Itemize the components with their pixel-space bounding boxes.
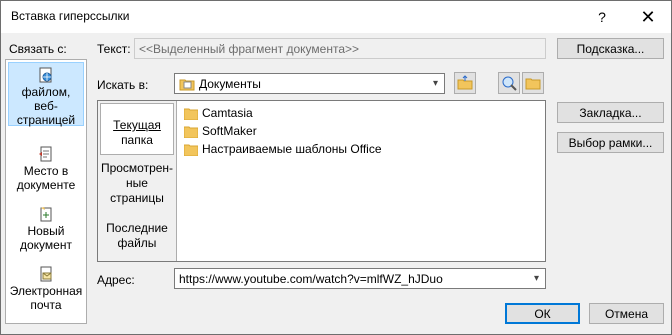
browse-web-icon [502,76,517,91]
browse-file-button[interactable] [522,72,544,94]
cancel-button[interactable]: Отмена [589,303,664,324]
open-folder-icon [525,78,541,90]
link-item-new-document[interactable]: Новый документ [8,202,84,252]
address-label: Адрес: [97,273,135,287]
screentip-button[interactable]: Подсказка... [557,38,664,59]
help-button[interactable]: ? [579,1,625,33]
hyperlink-dialog: Вставка гиперссылки ? ✕ Связать с: файло… [0,0,672,335]
file-item-softmaker[interactable]: SoftMaker [184,122,257,140]
close-button[interactable]: ✕ [625,1,671,33]
title-bar[interactable]: Вставка гиперссылки ? ✕ [1,1,671,33]
look-current-folder[interactable]: Текущая папка [100,103,174,155]
look-recent-files[interactable]: Последние файлы [100,221,174,255]
text-to-display-field[interactable]: <<Выделенный фрагмент документа>> [134,38,546,59]
target-frame-button[interactable]: Выбор рамки... [557,132,664,153]
folder-icon [184,108,198,120]
folder-icon [184,126,198,138]
link-item-email[interactable]: Электронная почта [8,262,84,314]
email-icon [40,266,52,282]
new-document-icon [40,207,52,222]
link-item-file-web-page[interactable]: файлом, веб- страницей [8,62,84,127]
up-one-folder-button[interactable] [454,72,476,94]
file-item-camtasia[interactable]: Camtasia [184,104,253,122]
dialog-title: Вставка гиперссылки [11,9,130,23]
link-to-label: Связать с: [9,42,67,56]
look-in-label: Искать в: [97,78,149,92]
chevron-down-icon[interactable]: ▾ [527,269,545,288]
documents-folder-icon [179,79,195,91]
link-item-place-in-document[interactable]: Место в документе [8,142,84,192]
ok-button[interactable]: ОК [505,303,580,324]
place-in-document-icon [39,146,52,162]
look-in-combo[interactable]: Документы ▾ [174,73,445,94]
file-browser: Текущая папка Просмотрен- ные страницы П… [97,100,546,262]
file-item-office-templates[interactable]: Настраиваемые шаблоны Office [184,140,382,158]
folder-icon [184,144,198,156]
text-label: Текст: [97,42,131,56]
look-browsed-pages[interactable]: Просмотрен- ные страницы [100,161,174,211]
browse-web-button[interactable] [498,72,520,94]
look-in-pane: Текущая папка Просмотрен- ные страницы П… [98,101,177,261]
globe-page-icon [39,67,52,83]
folder-up-icon [457,75,473,90]
bookmark-button[interactable]: Закладка... [557,102,664,123]
link-to-bar: файлом, веб- страницей Место в документе… [5,59,87,324]
address-input[interactable]: https://www.youtube.com/watch?v=mlfWZ_hJ… [179,272,443,286]
chevron-down-icon[interactable]: ▾ [426,74,444,93]
address-combo[interactable]: https://www.youtube.com/watch?v=mlfWZ_hJ… [174,268,546,289]
